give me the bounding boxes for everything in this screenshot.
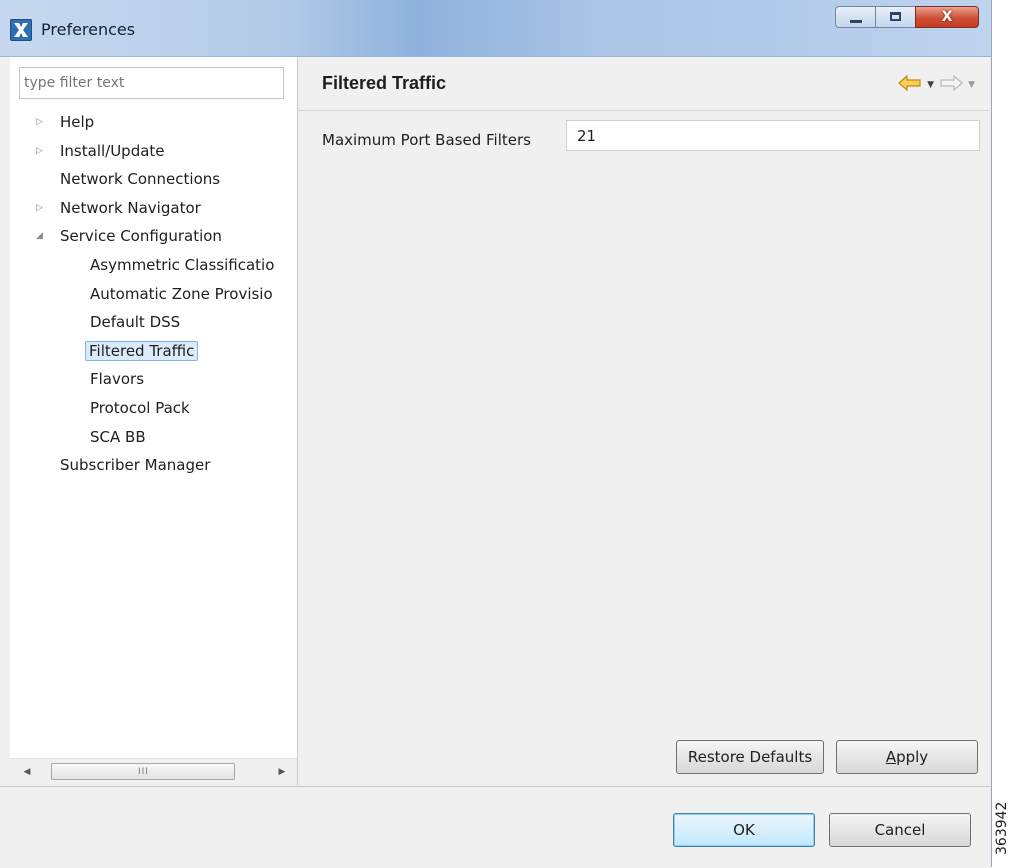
page-title: Filtered Traffic bbox=[322, 73, 447, 93]
filter-input[interactable] bbox=[19, 67, 284, 99]
ok-button[interactable]: OK bbox=[673, 813, 815, 847]
restore-defaults-button[interactable]: Restore Defaults bbox=[676, 740, 824, 774]
tree-item-label: Help bbox=[60, 113, 95, 131]
tree-item[interactable]: ▷ Help bbox=[36, 109, 95, 135]
minimize-button[interactable] bbox=[835, 6, 875, 28]
scroll-left-icon[interactable]: ◀ bbox=[20, 765, 34, 779]
tree-item[interactable]: Filtered Traffic bbox=[85, 338, 199, 364]
tree-item[interactable]: ▷ Network Navigator bbox=[36, 195, 201, 221]
close-button[interactable]: X bbox=[915, 6, 979, 28]
tree-item-label: Filtered Traffic bbox=[85, 340, 199, 361]
forward-arrow-icon bbox=[939, 74, 963, 95]
tree-item[interactable]: Subscriber Manager bbox=[60, 452, 210, 478]
tree-item[interactable]: ▷ Install/Update bbox=[36, 138, 165, 164]
preferences-tree-pane: ▷ Help ▷ Install/Update Network Connections ▷… bbox=[10, 57, 298, 786]
tree-item[interactable]: ◢ Service Configuration bbox=[36, 223, 222, 249]
tree-item[interactable]: Default DSS bbox=[90, 309, 180, 335]
collapsed-twisty-icon[interactable]: ▷ bbox=[36, 146, 46, 156]
page-header: Filtered Traffic ▼ ▼ bbox=[298, 57, 990, 111]
tree-item[interactable]: Automatic Zone Provisio bbox=[90, 281, 273, 307]
dialog-button-bar: OK Cancel bbox=[0, 786, 991, 868]
preference-page: Filtered Traffic ▼ ▼ Maximum Port Based … bbox=[298, 57, 990, 785]
tree-item-label: Default DSS bbox=[90, 313, 181, 332]
apply-button[interactable]: Apply bbox=[836, 740, 978, 774]
cancel-button[interactable]: Cancel bbox=[829, 813, 971, 847]
forward-history-dropdown-icon: ▼ bbox=[968, 80, 975, 90]
apply-mnemonic: A bbox=[885, 748, 897, 766]
expanded-twisty-icon[interactable]: ◢ bbox=[36, 231, 46, 241]
max-port-filters-label: Maximum Port Based Filters bbox=[322, 131, 531, 149]
apply-label-rest: pply bbox=[896, 748, 929, 766]
window-controls: X bbox=[835, 6, 979, 28]
preferences-window: Preferences X ▷ Help ▷ Install/Update Networ… bbox=[0, 0, 992, 868]
preferences-app-icon bbox=[10, 19, 32, 41]
tree-item-label: Automatic Zone Provisio bbox=[90, 284, 273, 303]
scroll-right-icon[interactable]: ▶ bbox=[275, 765, 289, 779]
maximize-icon bbox=[890, 12, 901, 21]
close-icon: X bbox=[941, 9, 953, 25]
tree-item-label: Flavors bbox=[90, 370, 145, 389]
back-history-dropdown-icon[interactable]: ▼ bbox=[927, 80, 934, 90]
scrollbar-grip: III bbox=[138, 767, 149, 777]
minimize-icon bbox=[850, 20, 862, 23]
tree-item-label: Install/Update bbox=[60, 141, 165, 160]
maximize-button[interactable] bbox=[875, 6, 915, 28]
collapsed-twisty-icon[interactable]: ▷ bbox=[36, 203, 46, 213]
horizontal-scrollbar[interactable]: ◀ III ▶ bbox=[10, 758, 297, 786]
tree-item-label: Subscriber Manager bbox=[60, 456, 211, 475]
tree-item-label: Network Connections bbox=[60, 170, 221, 189]
back-arrow-icon[interactable] bbox=[898, 74, 922, 95]
tree-item-label: SCA BB bbox=[90, 427, 146, 446]
tree-item-label: Service Configuration bbox=[60, 227, 222, 246]
tree-item-label: Asymmetric Classificatio bbox=[90, 256, 275, 274]
tree-item-label: Protocol Pack bbox=[90, 399, 190, 417]
tree-item[interactable]: Asymmetric Classificatio bbox=[90, 252, 274, 278]
figure-id: 363942 bbox=[994, 801, 1010, 855]
page-navigation: ▼ ▼ bbox=[898, 74, 975, 95]
tree-item[interactable]: SCA BB bbox=[90, 424, 146, 450]
window-title: Preferences bbox=[41, 20, 136, 39]
tree-item[interactable]: Flavors bbox=[90, 366, 144, 392]
collapsed-twisty-icon[interactable]: ▷ bbox=[36, 117, 46, 127]
title-bar[interactable]: Preferences X bbox=[0, 0, 991, 57]
tree-item[interactable]: Protocol Pack bbox=[90, 395, 190, 421]
tree-item[interactable]: Network Connections bbox=[60, 166, 220, 192]
tree-item-label: Network Navigator bbox=[60, 198, 201, 217]
scrollbar-thumb[interactable]: III bbox=[51, 763, 235, 780]
max-port-filters-input[interactable] bbox=[566, 120, 980, 151]
